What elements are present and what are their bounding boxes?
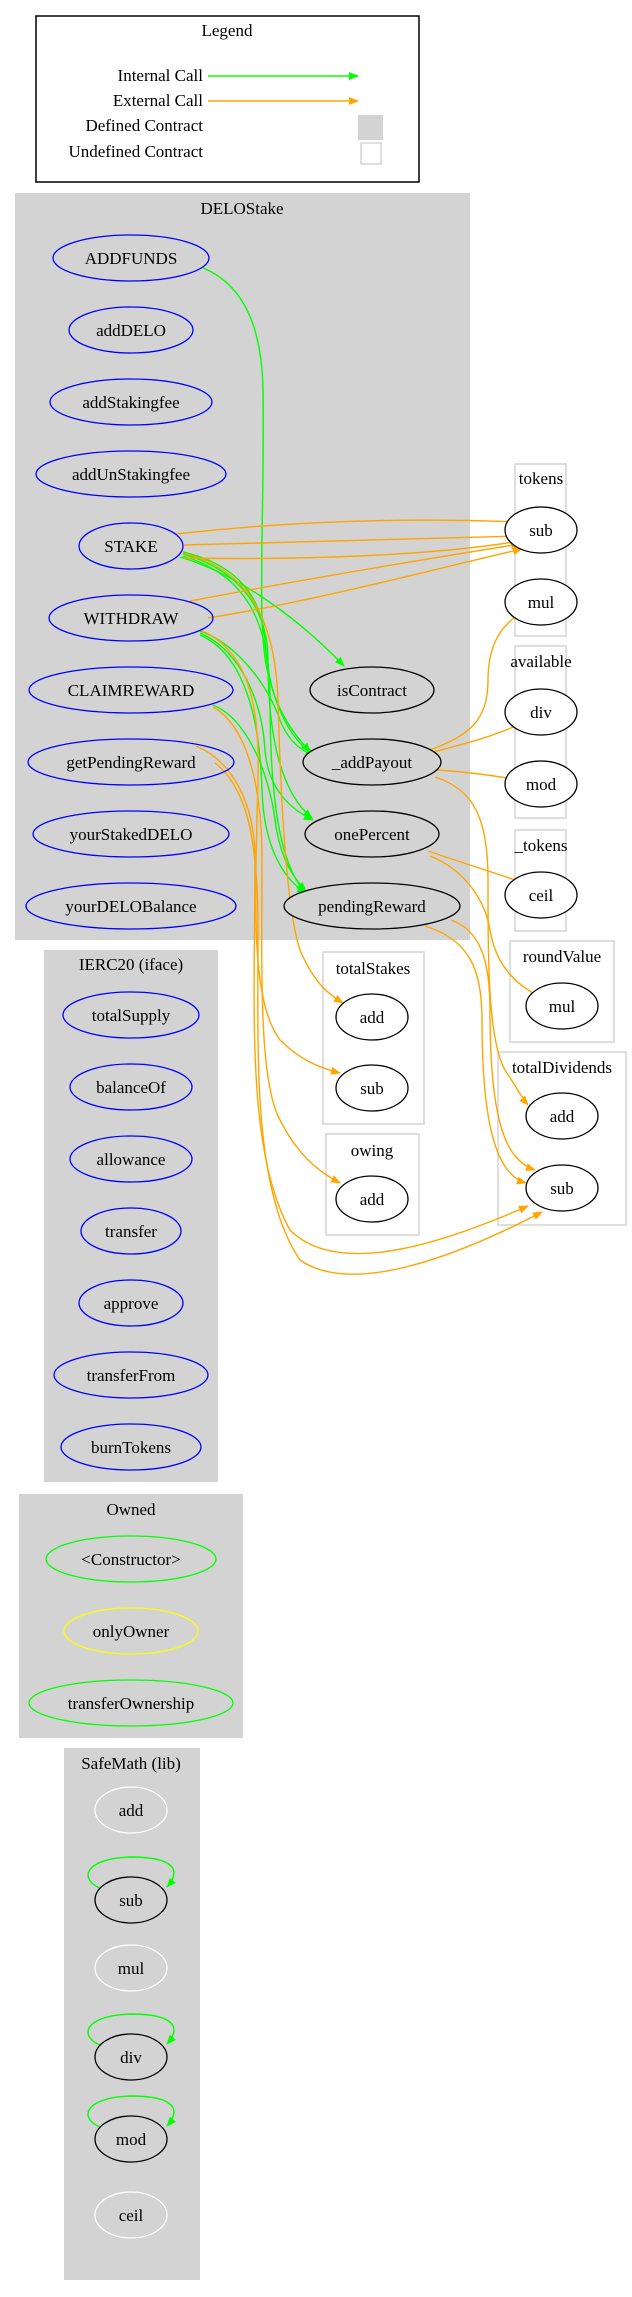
legend-external-call-label: External Call (113, 91, 203, 110)
node-label: transferOwnership (68, 1694, 195, 1713)
node-totaldividends-add[interactable]: add (525, 1092, 599, 1140)
node-label: onlyOwner (93, 1622, 170, 1641)
node-label: yourDELOBalance (65, 897, 196, 916)
node-tokens-mul[interactable]: mul (504, 578, 578, 626)
legend-title: Legend (202, 21, 253, 40)
defined-contract-swatch-icon (358, 115, 383, 140)
cluster-safemath-title: SafeMath (lib) (81, 1754, 181, 1773)
node-roundvalue-mul[interactable]: mul (525, 982, 599, 1030)
node-pendingreward[interactable]: pendingReward (283, 882, 461, 930)
node-label: mul (118, 1959, 145, 1978)
node-label: isContract (337, 681, 407, 700)
legend: Legend Internal Call External Call Defin… (35, 15, 420, 183)
node-label: addUnStakingfee (72, 465, 190, 484)
legend-undefined-contract-label: Undefined Contract (68, 142, 203, 161)
node-label: ADDFUNDS (85, 249, 178, 268)
legend-internal-call-label: Internal Call (118, 66, 204, 85)
node-tokens-param-ceil[interactable]: ceil (504, 871, 578, 919)
node-label: ceil (119, 2206, 144, 2225)
node-label: pendingReward (318, 897, 426, 916)
cluster-totaldividends-title: totalDividends (512, 1058, 612, 1077)
node-available-div[interactable]: div (504, 688, 578, 736)
cluster-available-title: available (510, 652, 571, 671)
node-label: burnTokens (91, 1438, 171, 1457)
node-label: add (360, 1190, 385, 1209)
node-iscontract[interactable]: isContract (309, 666, 435, 714)
node-label: getPendingReward (66, 753, 196, 772)
node-label: addDELO (96, 321, 166, 340)
node-owing-add[interactable]: add (335, 1175, 409, 1223)
node-label: totalSupply (92, 1006, 171, 1025)
node-addpayout[interactable]: _addPayout (302, 738, 442, 786)
cluster-delostake-title: DELOStake (200, 199, 283, 218)
node-label: add (360, 1008, 385, 1027)
call-graph: Legend Internal Call External Call Defin… (15, 15, 627, 2280)
cluster-tokens-param-title: _tokens (514, 836, 568, 855)
cluster-owned-title: Owned (106, 1500, 156, 1519)
cluster-roundvalue-title: roundValue (523, 947, 601, 966)
cluster-totalstakes-title: totalStakes (336, 959, 411, 978)
node-label: sub (529, 521, 553, 540)
node-label: WITHDRAW (84, 609, 180, 628)
node-label: yourStakedDELO (70, 825, 193, 844)
undefined-contract-swatch-icon (360, 142, 382, 165)
cluster-ierc20 (44, 950, 218, 1482)
node-label: STAKE (104, 537, 157, 556)
node-label: mod (526, 775, 557, 794)
node-onepercent[interactable]: onePercent (304, 810, 440, 858)
cluster-ierc20-title: IERC20 (iface) (79, 955, 183, 974)
node-label: add (550, 1107, 575, 1126)
node-label: balanceOf (96, 1078, 166, 1097)
node-label: approve (104, 1294, 159, 1313)
node-label: mul (549, 997, 576, 1016)
cluster-owing-title: owing (351, 1141, 394, 1160)
node-label: onePercent (334, 825, 410, 844)
node-label: div (120, 2048, 142, 2067)
node-available-mod[interactable]: mod (504, 760, 578, 808)
node-tokens-sub[interactable]: sub (504, 506, 578, 554)
node-label: ceil (529, 886, 554, 905)
node-totalstakes-sub[interactable]: sub (335, 1064, 409, 1112)
legend-defined-contract-label: Defined Contract (85, 116, 203, 135)
node-label: _addPayout (331, 753, 413, 772)
node-label: CLAIMREWARD (68, 681, 195, 700)
cluster-tokens-title: tokens (519, 469, 563, 488)
node-totaldividends-sub[interactable]: sub (525, 1164, 599, 1212)
node-label: sub (119, 1891, 143, 1910)
node-label: mod (116, 2130, 147, 2149)
node-label: div (530, 703, 552, 722)
node-label: addStakingfee (82, 393, 179, 412)
node-label: allowance (97, 1150, 166, 1169)
node-label: add (119, 1801, 144, 1820)
node-totalstakes-add[interactable]: add (335, 993, 409, 1041)
node-label: sub (360, 1079, 384, 1098)
node-label: mul (528, 593, 555, 612)
node-label: transfer (105, 1222, 157, 1241)
node-label: sub (550, 1179, 574, 1198)
node-label: <Constructor> (81, 1550, 180, 1569)
node-label: transferFrom (87, 1366, 176, 1385)
